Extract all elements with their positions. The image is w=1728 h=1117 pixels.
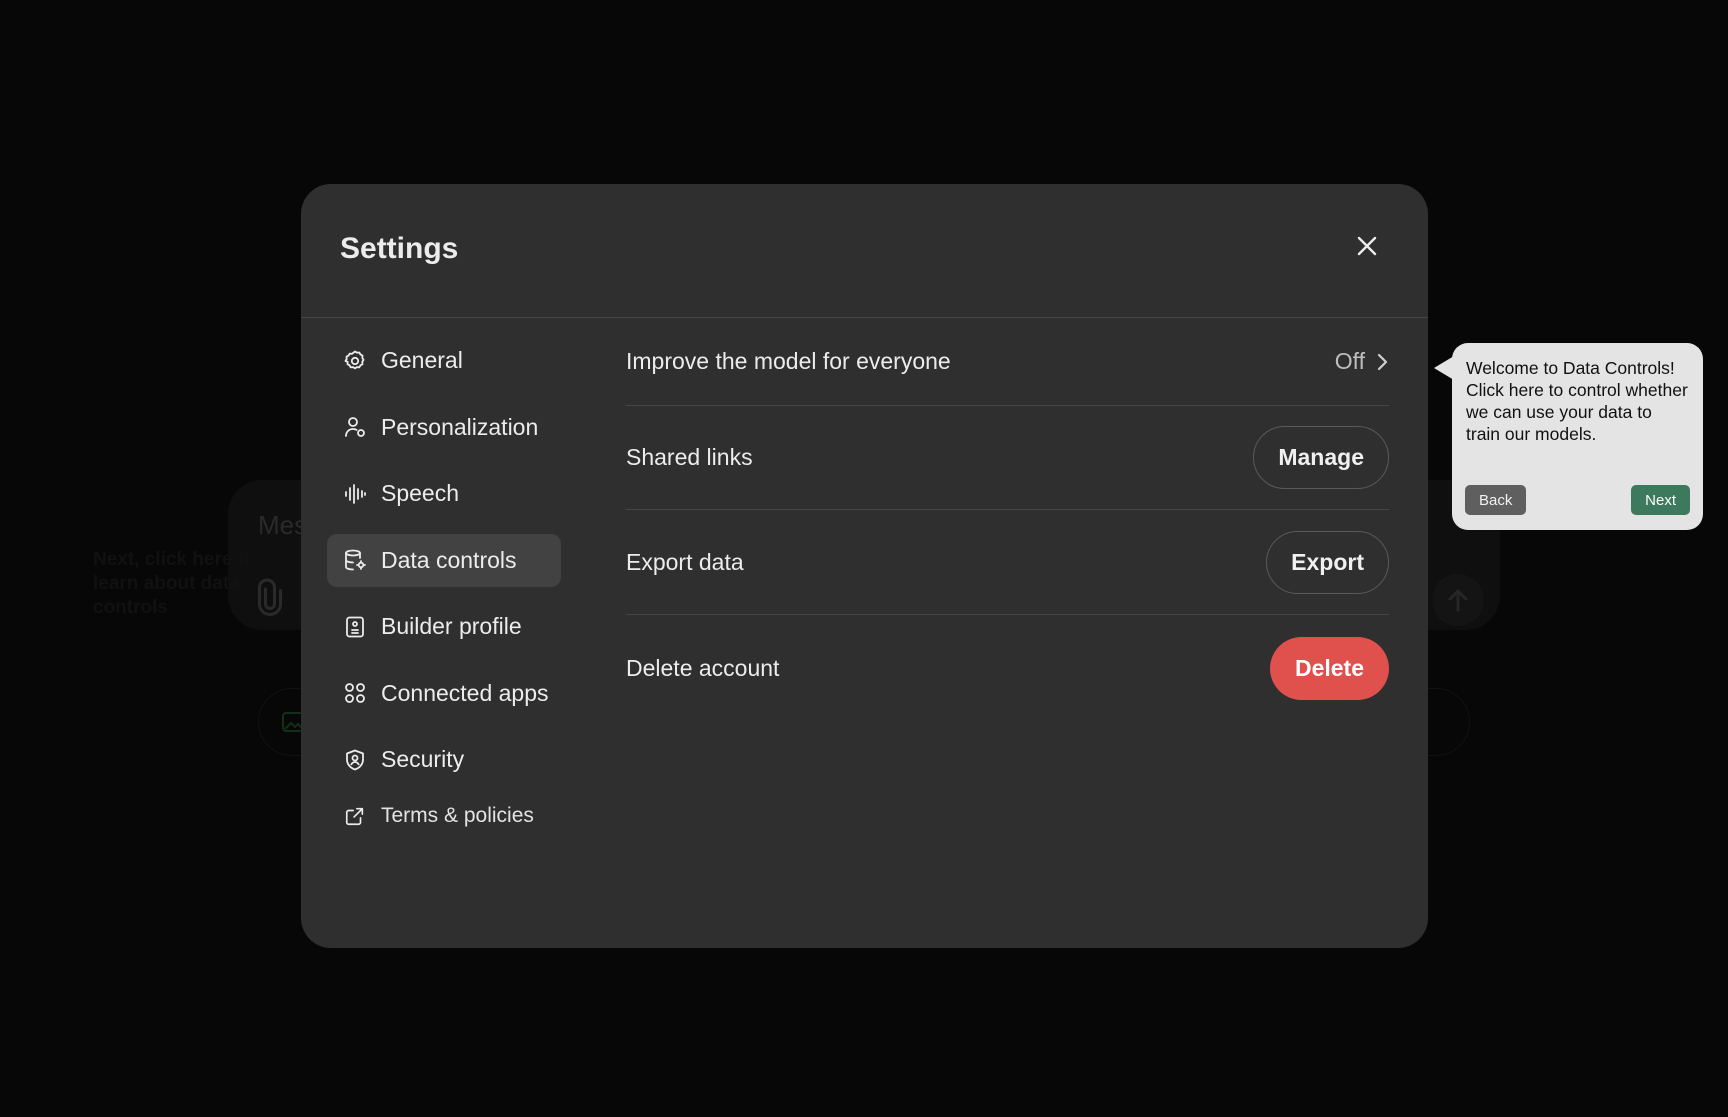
tooltip-back-button[interactable]: Back (1465, 485, 1527, 515)
sidebar-item-general[interactable]: General (327, 334, 561, 387)
settings-sidebar: General Personalization Speech Data cont… (327, 334, 561, 851)
sidebar-item-label: Speech (381, 480, 460, 506)
improve-model-value: Off (1334, 348, 1365, 374)
manage-button[interactable]: Manage (1253, 426, 1389, 489)
tooltip-text: Welcome to Data Controls! Click here to … (1466, 358, 1688, 444)
gear-icon (343, 349, 367, 373)
delete-account-label: Delete account (626, 654, 780, 681)
database-gear-icon (343, 548, 367, 572)
export-button[interactable]: Export (1266, 530, 1389, 594)
delete-button[interactable]: Delete (1269, 636, 1389, 700)
modal-title: Settings (340, 232, 459, 265)
background-composer-placeholder: Mes (258, 510, 308, 540)
sidebar-item-builder-profile[interactable]: Builder profile (327, 600, 561, 653)
external-link-icon (343, 804, 367, 828)
sidebar-item-label: Builder profile (381, 613, 522, 639)
improve-model-row: Improve the model for everyone Off (626, 318, 1389, 406)
sidebar-item-connected-apps[interactable]: Connected apps (327, 667, 561, 720)
sidebar-item-label: Security (381, 746, 465, 772)
chevron-right-icon (1375, 352, 1389, 372)
improve-model-toggle[interactable]: Off (1335, 348, 1389, 375)
shared-links-label: Shared links (626, 444, 753, 470)
sidebar-item-data-controls[interactable]: Data controls (327, 533, 561, 587)
shared-links-row: Shared links Manage (626, 406, 1389, 510)
shield-user-icon (343, 748, 367, 772)
sidebar-item-label: Terms & policies (381, 803, 534, 827)
export-data-row: Export data Export (626, 510, 1389, 615)
sidebar-item-label: Personalization (381, 413, 539, 440)
modal-header: Settings (301, 184, 1428, 318)
sidebar-item-label: Connected apps (381, 679, 549, 706)
apps-grid-icon (343, 681, 367, 705)
close-icon (1357, 236, 1377, 256)
waveform-icon (343, 482, 367, 506)
settings-modal: Settings General Personalization Speech … (301, 184, 1428, 948)
data-controls-panel: Improve the model for everyone Off Share… (626, 318, 1389, 721)
id-badge-icon (343, 615, 367, 639)
tour-tooltip: Welcome to Data Controls! Click here to … (1452, 343, 1703, 530)
sidebar-item-label: Data controls (381, 546, 517, 573)
improve-model-label: Improve the model for everyone (626, 348, 951, 374)
export-data-label: Export data (626, 548, 744, 575)
app-stage: Mes re Next, click here to learn about d… (0, 0, 1728, 1117)
tooltip-next-button[interactable]: Next (1631, 485, 1690, 515)
arrow-up-icon (1432, 574, 1484, 626)
delete-account-row: Delete account Delete (626, 615, 1389, 721)
sidebar-item-terms-policies[interactable]: Terms & policies (327, 794, 561, 838)
close-button[interactable] (1345, 224, 1389, 268)
sidebar-item-label: General (381, 347, 463, 373)
person-icon (343, 415, 367, 439)
sidebar-item-speech[interactable]: Speech (327, 467, 561, 520)
background-tour-hint: Next, click here to learn about data con… (93, 549, 256, 618)
sidebar-item-personalization[interactable]: Personalization (327, 401, 561, 454)
tooltip-arrow (1434, 356, 1454, 380)
sidebar-item-security[interactable]: Security (327, 733, 561, 786)
